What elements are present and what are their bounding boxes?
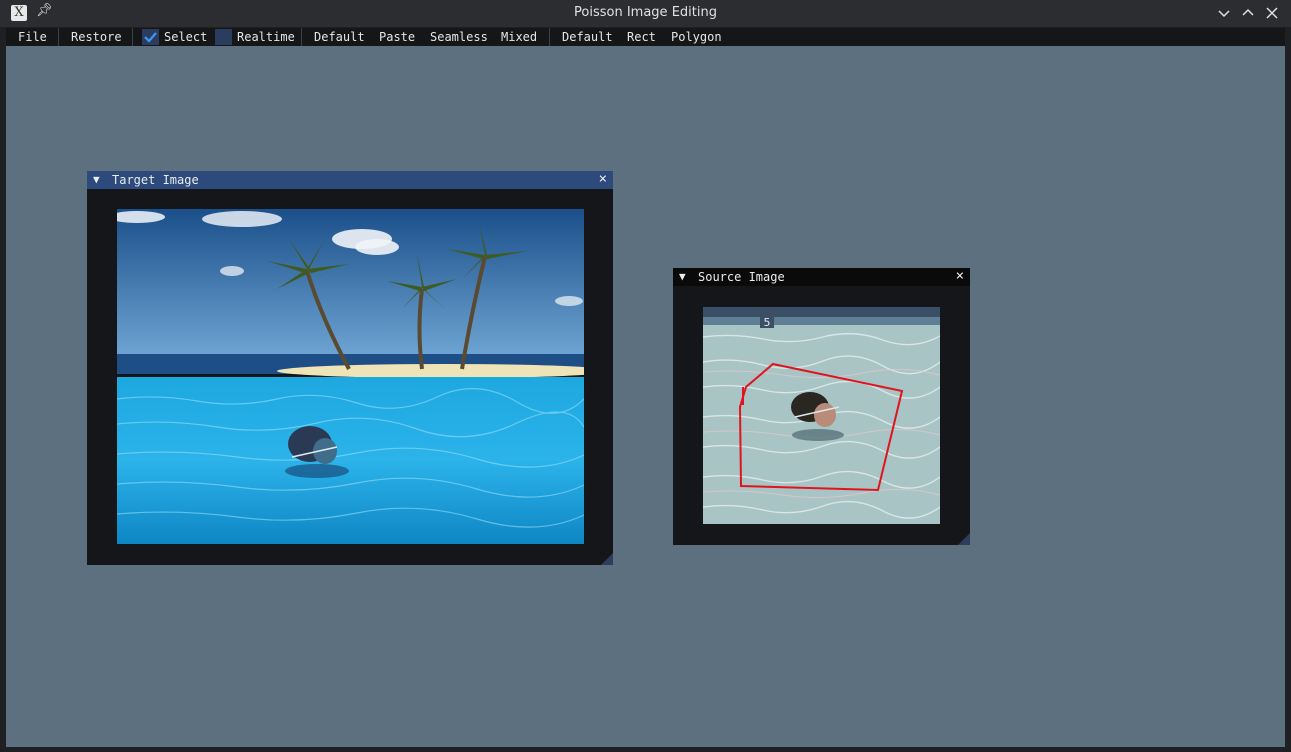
target-image-canvas xyxy=(117,209,584,544)
menu-file[interactable]: File xyxy=(18,30,47,44)
menu-separator xyxy=(58,28,59,46)
close-icon[interactable]: × xyxy=(599,171,607,187)
select-label[interactable]: Select xyxy=(164,30,207,44)
blend-paste-button[interactable]: Paste xyxy=(379,30,415,44)
chevron-down-icon xyxy=(1218,10,1230,18)
shape-polygon-button[interactable]: Polygon xyxy=(671,30,722,44)
close-icon xyxy=(1266,7,1278,19)
menu-separator xyxy=(132,28,133,46)
select-checkbox[interactable] xyxy=(142,29,159,45)
realtime-checkbox[interactable] xyxy=(215,29,232,45)
resize-grip[interactable] xyxy=(958,533,970,545)
close-window-button[interactable] xyxy=(1262,3,1282,23)
resize-grip[interactable] xyxy=(601,553,613,565)
menu-separator xyxy=(549,28,550,46)
window-title: Poisson Image Editing xyxy=(574,5,717,20)
target-window-title: Target Image xyxy=(112,173,199,187)
lane-marker-label: 5 xyxy=(764,316,771,329)
blend-mixed-button[interactable]: Mixed xyxy=(501,30,537,44)
source-window-title: Source Image xyxy=(698,270,785,284)
realtime-label[interactable]: Realtime xyxy=(237,30,295,44)
target-image[interactable] xyxy=(117,209,584,544)
triangle-down-icon[interactable]: ▼ xyxy=(93,173,100,186)
shape-rect-button[interactable]: Rect xyxy=(627,30,656,44)
checkmark-icon xyxy=(144,32,157,43)
chevron-up-icon xyxy=(1242,8,1254,16)
restore-button[interactable]: Restore xyxy=(71,30,122,44)
title-bar: X 📌︎ Poisson Image Editing xyxy=(0,0,1291,27)
menu-bar: File Restore Select Realtime Default Pas… xyxy=(6,28,1285,46)
source-image-window[interactable]: ▼ Source Image × 5 xyxy=(673,268,970,545)
workspace-canvas: ▼ Target Image × ▼ Source Image × 5 xyxy=(6,46,1285,747)
blend-seamless-button[interactable]: Seamless xyxy=(430,30,488,44)
source-image[interactable]: 5 xyxy=(703,307,940,524)
close-icon[interactable]: × xyxy=(956,268,964,284)
menu-separator xyxy=(301,28,302,46)
target-image-window[interactable]: ▼ Target Image × xyxy=(87,171,613,565)
maximize-button[interactable] xyxy=(1238,3,1258,23)
blend-default-button[interactable]: Default xyxy=(314,30,365,44)
source-image-canvas: 5 xyxy=(703,307,940,524)
target-window-header[interactable]: ▼ Target Image × xyxy=(87,171,613,189)
triangle-down-icon[interactable]: ▼ xyxy=(679,270,686,283)
source-window-header[interactable]: ▼ Source Image × xyxy=(673,268,970,286)
minimize-button[interactable] xyxy=(1214,3,1234,23)
shape-default-button[interactable]: Default xyxy=(562,30,613,44)
